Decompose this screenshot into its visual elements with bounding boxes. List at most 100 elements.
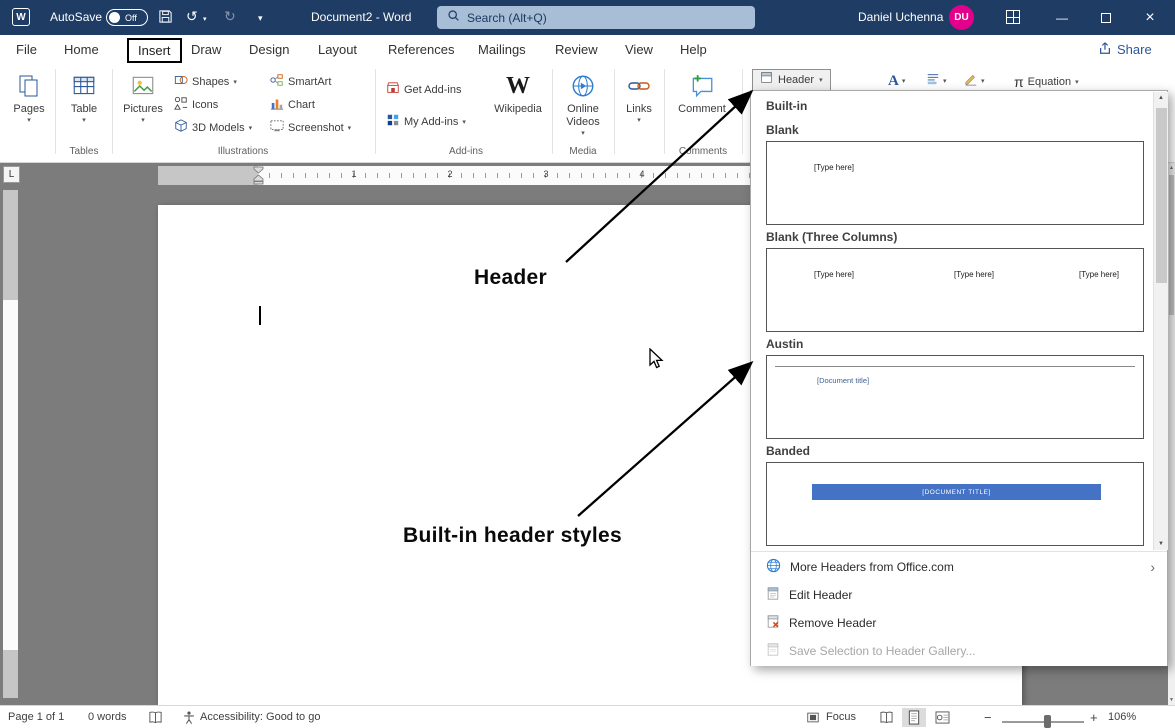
gallery-option-banded[interactable]: Banded [DOCUMENT TITLE] [766,444,1144,546]
my-addins-button[interactable]: My Add-ins ▾ [386,112,466,132]
signature-line-button[interactable]: ▾ [964,70,985,92]
menu-remove-header[interactable]: Remove Header [751,609,1167,637]
header-button[interactable]: Header ▾ [752,69,831,91]
vertical-ruler[interactable] [3,190,18,698]
online-videos-button[interactable]: Online Videos ▾ [556,68,610,146]
autosave-toggle[interactable]: Off [106,9,148,26]
zoom-level[interactable]: 106% [1108,711,1136,723]
scrollbar-thumb[interactable] [1156,108,1167,283]
tab-view[interactable]: View [625,42,653,57]
shapes-button[interactable]: Shapes ▾ [174,72,237,92]
close-button[interactable]: × [1128,0,1172,35]
chevron-down-icon: ▾ [249,125,253,132]
gallery-preview: [Document title] [766,355,1144,439]
share-button[interactable]: Share [1098,41,1152,58]
chevron-down-icon: ▾ [348,125,352,132]
tab-draw[interactable]: Draw [191,42,221,57]
scroll-up-icon[interactable]: ▲ [1154,95,1168,101]
links-button[interactable]: Links ▾ [618,68,660,146]
table-button[interactable]: Table ▾ [62,68,106,146]
tab-file[interactable]: File [16,42,37,57]
share-icon [1098,41,1112,58]
gallery-preview: [Type here] [766,141,1144,225]
equation-button[interactable]: π Equation ▾ [1014,72,1079,92]
screenshot-button[interactable]: Screenshot ▾ [270,118,351,138]
chevron-down-icon: ▾ [819,77,823,84]
tab-insert[interactable]: Insert [127,38,182,63]
tab-design[interactable]: Design [249,42,289,57]
gallery-option-austin[interactable]: Austin [Document title] [766,337,1144,439]
chart-button[interactable]: Chart [270,95,315,115]
proofing-icon[interactable] [148,710,163,728]
read-mode-button[interactable] [874,708,898,727]
chart-icon [270,96,284,115]
autosave-label: AutoSave [50,10,102,24]
gallery-preview: [Type here] [Type here] [Type here] [766,248,1144,332]
focus-label[interactable]: Focus [826,711,856,723]
equation-icon: π [1014,74,1024,90]
zoom-slider-thumb[interactable] [1044,715,1051,728]
print-layout-button[interactable] [902,708,926,727]
tab-layout[interactable]: Layout [318,42,357,57]
gallery-scrollbar[interactable]: ▲ ▼ [1153,92,1168,550]
chevron-down-icon: ▾ [637,117,641,124]
indent-markers[interactable] [252,166,265,190]
tab-mailings[interactable]: Mailings [478,42,526,57]
quick-parts-button[interactable]: ▾ [926,70,947,92]
zoom-in-button[interactable]: + [1090,710,1098,725]
scrollbar-thumb[interactable] [1169,175,1174,315]
accessibility-icon[interactable] [182,710,196,728]
tab-help[interactable]: Help [680,42,707,57]
web-layout-button[interactable] [930,708,954,727]
menu-edit-header[interactable]: Edit Header [751,581,1167,609]
get-addins-button[interactable]: Get Add-ins [386,80,461,100]
comment-button[interactable]: Comment [670,68,734,146]
tab-references[interactable]: References [388,42,454,57]
tab-stop-selector[interactable]: L [3,166,20,183]
save-icon[interactable] [158,9,173,29]
scroll-up-icon[interactable]: ▲ [1168,165,1175,171]
word-window: W AutoSave Off ↺ ▾ ↻ ▾ Document2 - Word … [0,0,1175,728]
wikipedia-button[interactable]: W Wikipedia [490,68,546,146]
page-indicator[interactable]: Page 1 of 1 [8,711,64,723]
smartart-button[interactable]: SmartArt [270,72,331,92]
zoom-out-button[interactable]: − [984,710,992,725]
word-count[interactable]: 0 words [88,711,127,723]
tab-review[interactable]: Review [555,42,598,57]
minimize-icon: — [1056,11,1068,25]
scroll-down-icon[interactable]: ▼ [1154,541,1168,547]
avatar[interactable]: DU [949,5,974,30]
chevron-down-icon: ▾ [82,117,86,124]
undo-icon[interactable]: ↺ [186,9,198,23]
maximize-button[interactable] [1084,0,1128,35]
wikipedia-icon: W [506,71,530,101]
ruler-number: 1 [348,169,360,179]
zoom-slider-track[interactable] [1002,721,1084,723]
3d-models-button[interactable]: 3D Models ▾ [174,118,252,138]
icons-button[interactable]: Icons [174,95,218,115]
focus-icon[interactable] [806,710,820,728]
menu-more-headers[interactable]: More Headers from Office.com › [751,553,1167,581]
tab-home[interactable]: Home [64,42,99,57]
search-box[interactable]: Search (Alt+Q) [437,6,755,29]
undo-chevron-icon[interactable]: ▾ [203,16,207,23]
chevron-down-icon: ▾ [27,117,31,124]
table-icon [71,71,97,101]
3d-cube-icon [174,119,188,138]
pictures-button[interactable]: Pictures ▾ [120,68,166,146]
accessibility-status[interactable]: Accessibility: Good to go [200,711,320,723]
ribbon-options-icon[interactable] [1006,10,1020,24]
menu-save-selection: Save Selection to Header Gallery... [751,637,1167,665]
pages-button[interactable]: Pages ▾ [8,68,50,146]
document-scrollbar[interactable]: ▲ ▼ [1168,163,1175,705]
minimize-button[interactable]: — [1040,0,1084,35]
gallery-option-blank-three-columns[interactable]: Blank (Three Columns) [Type here] [Type … [766,230,1144,332]
chevron-down-icon: ▾ [233,79,237,86]
qat-customize-icon[interactable]: ▾ [258,14,263,23]
toggle-knob-icon [109,12,120,23]
smartart-icon [270,73,284,92]
gallery-option-blank[interactable]: Blank [Type here] [766,123,1144,225]
text-box-button[interactable]: A ▾ [888,70,905,92]
scroll-down-icon[interactable]: ▼ [1168,697,1175,703]
group-separator [664,69,665,154]
